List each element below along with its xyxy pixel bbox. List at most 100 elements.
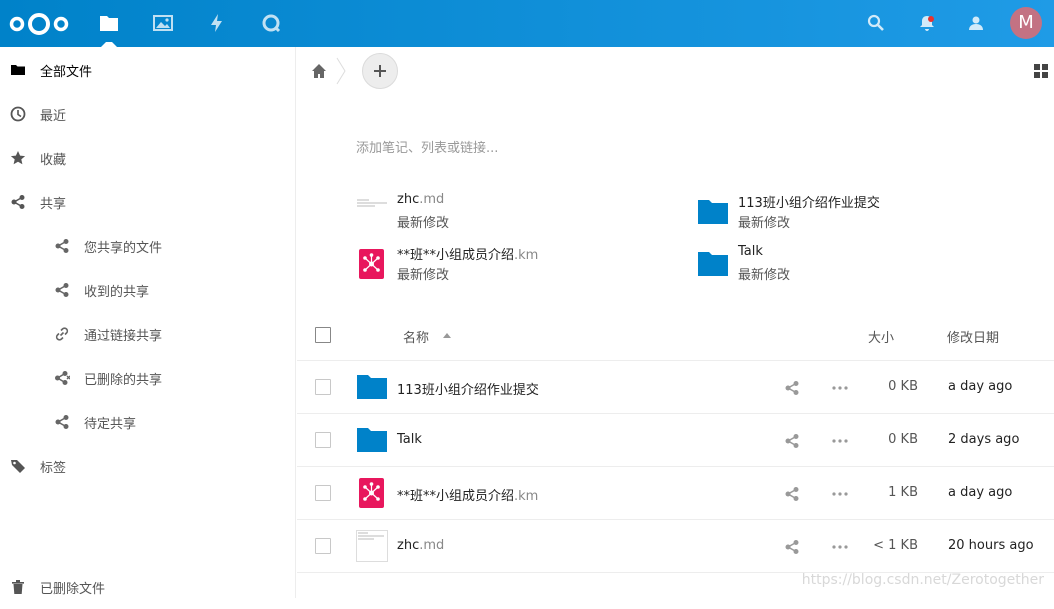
file-name[interactable]: 113班小组介绍作业提交 [397, 379, 539, 398]
sidebar-item-recent[interactable]: 最近 [0, 92, 296, 136]
trash-icon [12, 580, 24, 594]
file-modified: 2 days ago [948, 432, 1020, 447]
notifications-icon[interactable] [917, 13, 937, 33]
folder-icon [357, 375, 387, 399]
sidebar-item-label: 共享 [40, 196, 67, 212]
row-checkbox[interactable] [315, 485, 331, 501]
file-size: 0 KB [888, 379, 918, 394]
tag-icon [11, 460, 25, 473]
grid-view-icon[interactable] [1034, 64, 1048, 78]
watermark-text: https://blog.csdn.net/Zerotogether [801, 572, 1044, 588]
photos-icon[interactable] [152, 12, 174, 34]
sidebar-item-shared-by-you[interactable]: 您共享的文件 [0, 224, 296, 268]
new-file-button[interactable] [362, 53, 398, 89]
files-icon[interactable] [98, 12, 120, 34]
search-icon[interactable] [866, 13, 886, 33]
activity-icon[interactable] [206, 12, 228, 34]
breadcrumb-separator [336, 57, 346, 85]
share-icon[interactable] [784, 486, 800, 502]
recent-file-card[interactable]: **班**小组成员介绍.km 最新修改 [356, 244, 676, 288]
row-checkbox[interactable] [315, 379, 331, 395]
column-name-header[interactable]: 名称 [403, 327, 429, 346]
column-size-header[interactable]: 大小 [868, 327, 894, 346]
share-icon [55, 415, 69, 429]
file-name[interactable]: **班**小组成员介绍.km [397, 485, 538, 504]
share-icon [55, 283, 69, 297]
sidebar-item-shares[interactable]: 共享 [0, 180, 296, 224]
share-icon [55, 239, 69, 253]
table-row[interactable]: zhc.md < 1 KB 20 hours ago [297, 520, 1054, 573]
sidebar-item-label: 通过链接共享 [84, 328, 163, 344]
text-file-icon [356, 530, 388, 562]
sidebar-item-label: 最近 [40, 108, 67, 124]
folder-icon [698, 252, 728, 276]
recent-file-status: 最新修改 [397, 268, 450, 283]
folder-icon [698, 200, 728, 224]
mindmap-file-icon [359, 478, 384, 508]
more-actions-icon[interactable] [831, 486, 849, 502]
sidebar-item-label: 收藏 [40, 152, 67, 168]
sidebar-item-label: 收到的共享 [84, 284, 150, 300]
deleted-share-icon [55, 371, 70, 385]
sidebar-item-label: 已删除文件 [40, 581, 106, 597]
plus-icon [374, 65, 386, 77]
rich-workspace-placeholder[interactable]: 添加笔记、列表或链接... [356, 137, 498, 156]
sidebar-item-pending-shares[interactable]: 待定共享 [0, 400, 296, 444]
recent-file-card[interactable]: zhc.md 最新修改 [356, 192, 676, 236]
files-main: 添加笔记、列表或链接... zhc.md 最新修改 113班小组介绍作业提交 最… [297, 47, 1054, 598]
sort-ascending-icon [443, 333, 451, 338]
recent-file-name: zhc.md [397, 192, 445, 207]
file-name[interactable]: Talk [397, 432, 422, 447]
sidebar-item-label: 已删除的共享 [84, 372, 163, 388]
clock-icon [10, 106, 26, 122]
mindmap-file-icon [359, 249, 384, 279]
share-icon[interactable] [784, 433, 800, 449]
share-icon[interactable] [784, 380, 800, 396]
home-icon[interactable] [311, 63, 327, 79]
file-size: 1 KB [888, 485, 918, 500]
recent-file-status: 最新修改 [738, 216, 791, 231]
sidebar-item-shared-with-you[interactable]: 收到的共享 [0, 268, 296, 312]
folder-icon [11, 65, 25, 75]
share-icon[interactable] [784, 539, 800, 555]
share-icon [11, 195, 25, 209]
sidebar-item-all-files[interactable]: 全部文件 [0, 48, 296, 92]
star-icon [10, 151, 26, 165]
sidebar-item-tags[interactable]: 标签 [0, 444, 296, 488]
table-row[interactable]: **班**小组成员介绍.km 1 KB a day ago [297, 467, 1054, 520]
table-row[interactable]: Talk 0 KB 2 days ago [297, 414, 1054, 467]
sidebar-item-shared-by-link[interactable]: 通过链接共享 [0, 312, 296, 356]
link-icon [55, 327, 69, 341]
folder-icon [357, 428, 387, 452]
row-checkbox[interactable] [315, 432, 331, 448]
file-modified: 20 hours ago [948, 538, 1034, 553]
file-size: 0 KB [888, 432, 918, 447]
recent-file-card[interactable]: 113班小组介绍作业提交 最新修改 [697, 192, 1017, 236]
recent-file-status: 最新修改 [738, 268, 791, 283]
column-modified-header[interactable]: 修改日期 [947, 327, 999, 346]
sidebar-item-label: 全部文件 [40, 64, 93, 80]
sidebar-item-deleted-files[interactable]: 已删除文件 [0, 565, 296, 609]
talk-icon[interactable] [260, 12, 282, 34]
recent-file-name: Talk [738, 244, 763, 259]
file-modified: a day ago [948, 485, 1013, 500]
row-checkbox[interactable] [315, 538, 331, 554]
nextcloud-logo[interactable] [8, 10, 70, 38]
table-row[interactable]: 113班小组介绍作业提交 0 KB a day ago [297, 361, 1054, 414]
text-file-icon [356, 198, 388, 208]
file-modified: a day ago [948, 379, 1013, 394]
recent-file-card[interactable]: Talk 最新修改 [697, 244, 1017, 288]
sidebar-item-favorites[interactable]: 收藏 [0, 136, 296, 180]
user-avatar[interactable]: M [1010, 7, 1042, 39]
sidebar-item-label: 您共享的文件 [84, 240, 163, 256]
more-actions-icon[interactable] [831, 539, 849, 555]
recent-file-name: 113班小组介绍作业提交 [738, 196, 880, 211]
select-all-checkbox[interactable] [315, 327, 331, 343]
sidebar-item-deleted-shares[interactable]: 已删除的共享 [0, 356, 296, 400]
more-actions-icon[interactable] [831, 433, 849, 449]
recent-file-status: 最新修改 [397, 216, 450, 231]
file-name[interactable]: zhc.md [397, 538, 444, 553]
file-size: < 1 KB [873, 538, 918, 553]
contacts-icon[interactable] [966, 13, 986, 33]
more-actions-icon[interactable] [831, 380, 849, 396]
